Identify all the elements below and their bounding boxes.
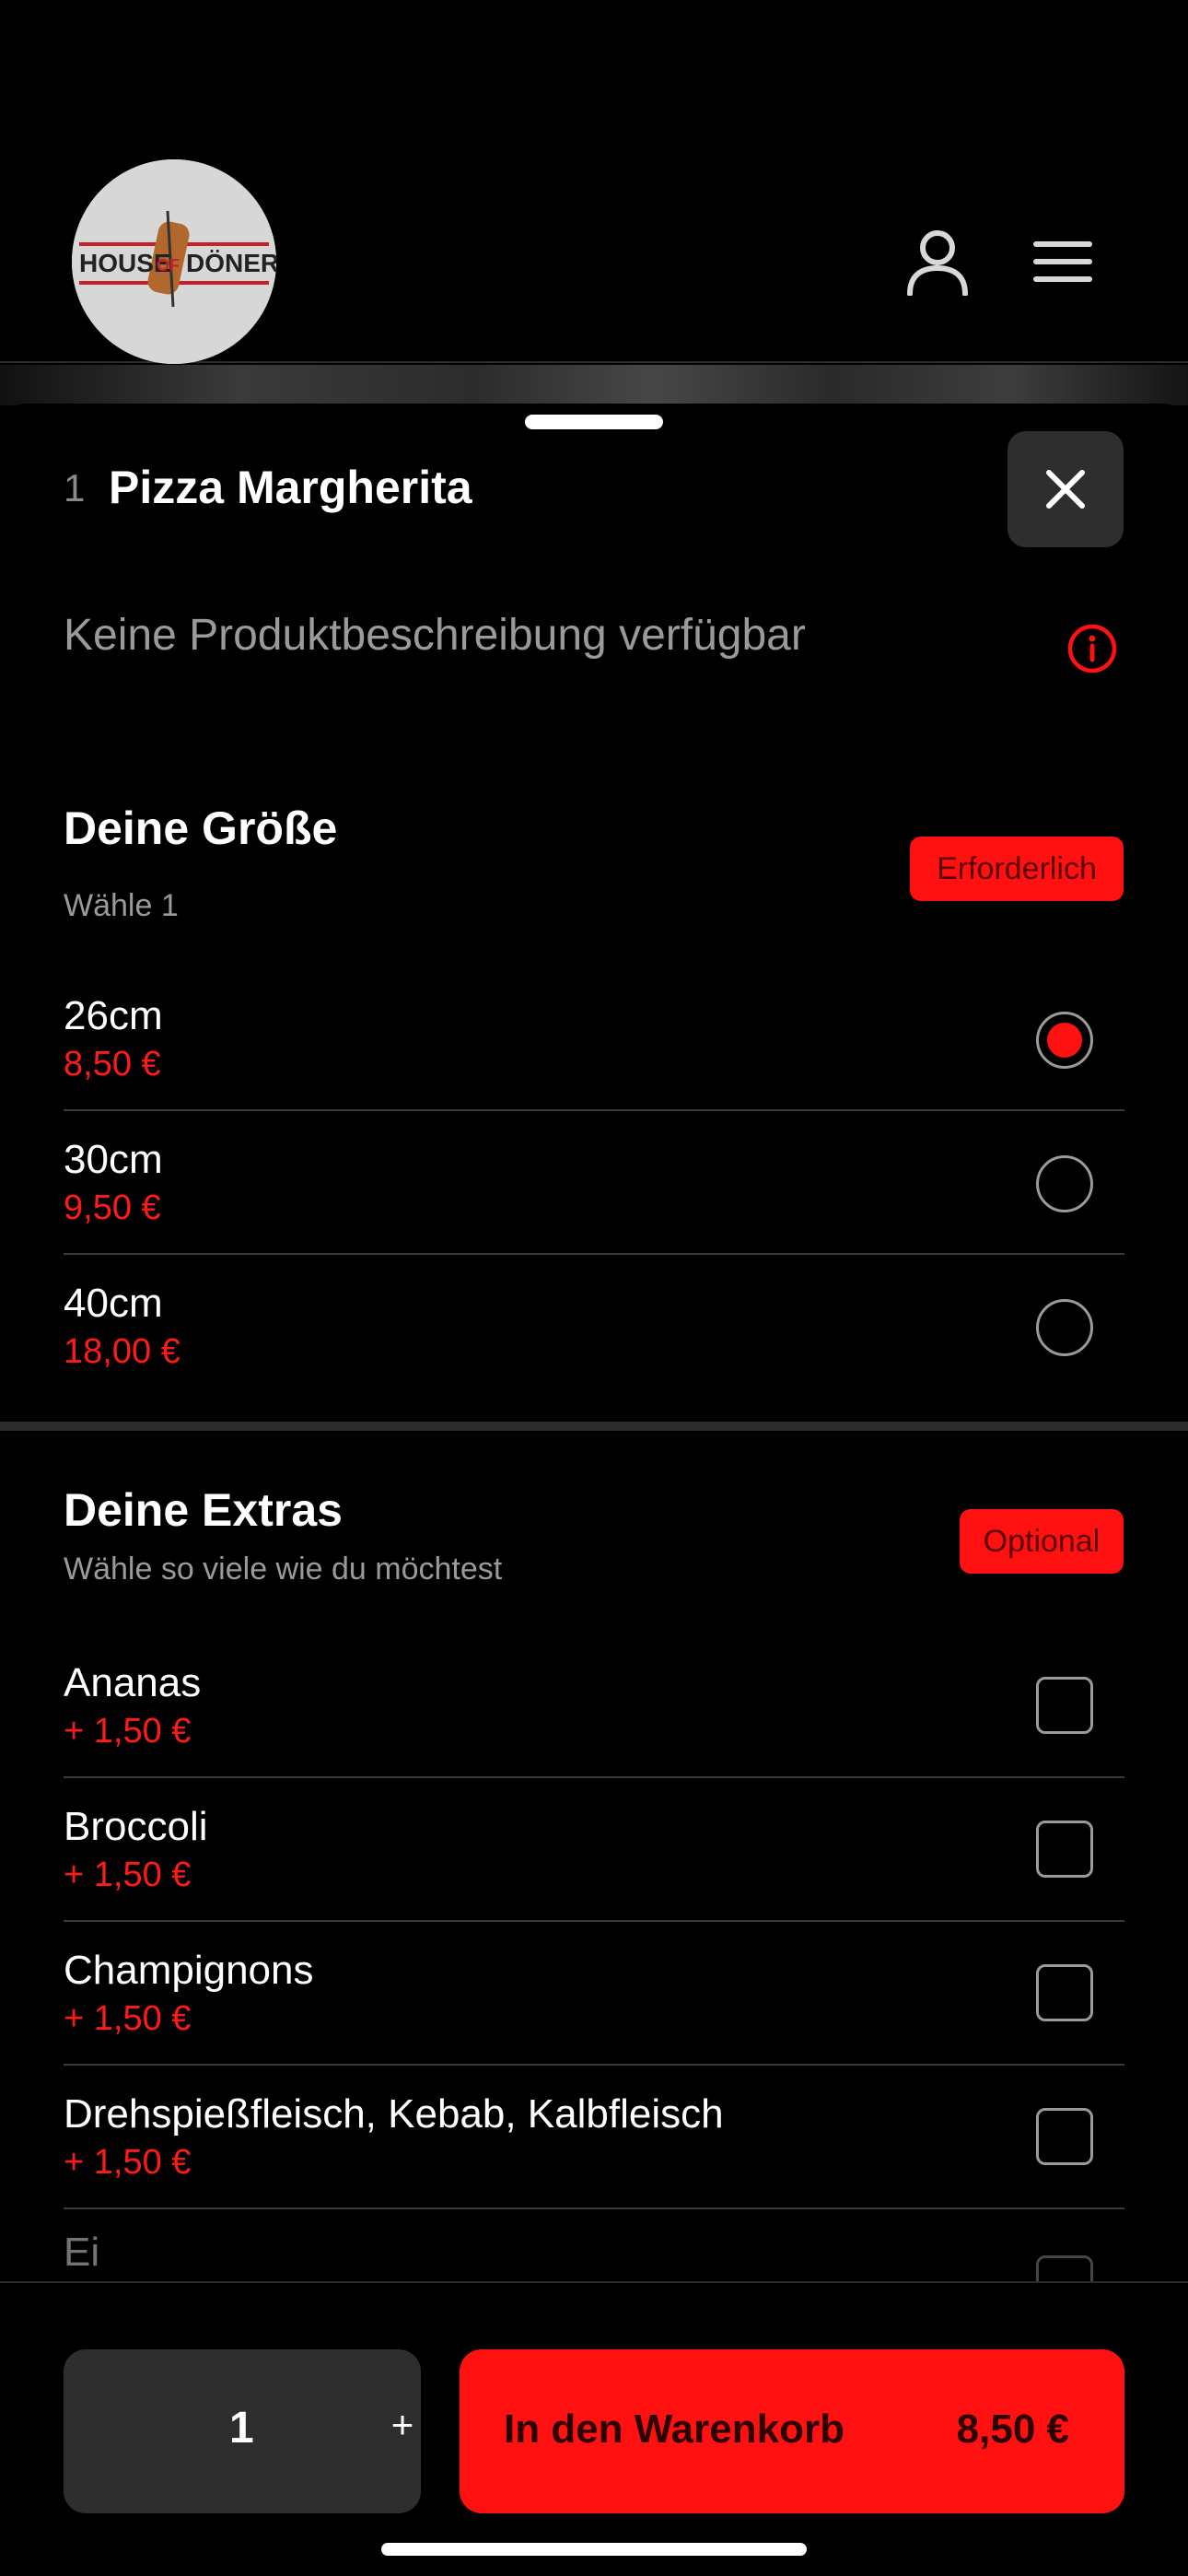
size-option-name: 40cm — [64, 1281, 163, 1326]
size-radio[interactable] — [1036, 1299, 1093, 1356]
info-icon[interactable] — [1065, 621, 1120, 676]
close-button[interactable] — [1007, 431, 1124, 547]
section-divider — [0, 1422, 1188, 1431]
product-description: Keine Produktbeschreibung verfügbar — [64, 611, 806, 660]
menu-icon[interactable] — [1026, 225, 1100, 299]
extra-option-name: Drehspießfleisch, Kebab, Kalbfleisch — [64, 2091, 724, 2137]
size-option-30cm[interactable]: 30cm 9,50 € — [64, 1111, 1124, 1255]
extra-checkbox[interactable] — [1036, 1964, 1093, 2021]
home-indicator — [381, 2543, 807, 2556]
extra-checkbox[interactable] — [1036, 2108, 1093, 2165]
optional-badge: Optional — [960, 1509, 1124, 1574]
svg-text:DÖNER: DÖNER — [186, 249, 276, 277]
size-radio-selected[interactable] — [1036, 1012, 1093, 1069]
extra-option-price: + 1,50 € — [64, 2143, 192, 2182]
size-option-price: 8,50 € — [64, 1045, 161, 1083]
restaurant-logo[interactable]: HOUSE OF DÖNER — [72, 159, 276, 364]
close-icon — [1046, 470, 1085, 509]
quantity-value: 1 — [229, 2404, 254, 2453]
extras-section-subtitle: Wähle so viele wie du möchtest — [64, 1551, 503, 1587]
extra-option-ananas[interactable]: Ananas + 1,50 € — [64, 1634, 1124, 1778]
extra-option-ei[interactable]: Ei — [64, 2209, 1124, 2281]
extra-option-kebab[interactable]: Drehspießfleisch, Kebab, Kalbfleisch + 1… — [64, 2066, 1124, 2209]
extra-checkbox[interactable] — [1036, 2255, 1093, 2281]
required-badge: Erforderlich — [910, 837, 1124, 901]
extras-section-title: Deine Extras — [64, 1484, 343, 1536]
bottom-action-bar: 1 + In den Warenkorb 8,50 € — [0, 2281, 1188, 2576]
add-to-cart-label: In den Warenkorb — [504, 2406, 844, 2452]
sheet-grabber[interactable] — [525, 415, 663, 429]
add-to-cart-button[interactable]: In den Warenkorb 8,50 € — [460, 2349, 1124, 2513]
extra-option-name: Ananas — [64, 1660, 202, 1705]
extra-checkbox[interactable] — [1036, 1677, 1093, 1734]
size-option-name: 26cm — [64, 993, 163, 1038]
extra-option-broccoli[interactable]: Broccoli + 1,50 € — [64, 1778, 1124, 1922]
hero-image-strip — [0, 365, 1188, 405]
extra-option-price: + 1,50 € — [64, 1856, 192, 1894]
size-option-26cm[interactable]: 26cm 8,50 € — [64, 967, 1124, 1111]
size-option-price: 9,50 € — [64, 1188, 161, 1227]
extra-option-name: Broccoli — [64, 1804, 208, 1849]
size-radio[interactable] — [1036, 1155, 1093, 1212]
add-to-cart-price: 8,50 € — [956, 2406, 1069, 2452]
extra-checkbox[interactable] — [1036, 1821, 1093, 1878]
increase-quantity-button[interactable]: + — [378, 2403, 427, 2453]
quantity-stepper[interactable]: 1 + — [64, 2349, 421, 2513]
svg-text:OF: OF — [157, 256, 180, 275]
extra-option-name: Ei — [64, 2230, 100, 2275]
extra-option-price: + 1,50 € — [64, 1712, 192, 1751]
size-option-40cm[interactable]: 40cm 18,00 € — [64, 1255, 1124, 1399]
logo-graphic: HOUSE OF DÖNER — [72, 159, 276, 364]
product-title: Pizza Margherita — [109, 462, 472, 513]
size-option-price: 18,00 € — [64, 1332, 181, 1371]
size-section-subtitle: Wähle 1 — [64, 888, 179, 923]
extra-option-price: + 1,50 € — [64, 1999, 192, 2038]
user-icon[interactable] — [901, 225, 974, 299]
app-header: HOUSE OF DÖNER — [0, 0, 1188, 364]
product-sheet: 1 Pizza Margherita Keine Produktbeschrei… — [0, 404, 1188, 2576]
product-quantity-prefix: 1 — [64, 466, 86, 509]
extra-option-name: Champignons — [64, 1948, 314, 1993]
size-option-name: 30cm — [64, 1137, 163, 1182]
extra-option-champignons[interactable]: Champignons + 1,50 € — [64, 1922, 1124, 2066]
size-section-title: Deine Größe — [64, 802, 338, 854]
